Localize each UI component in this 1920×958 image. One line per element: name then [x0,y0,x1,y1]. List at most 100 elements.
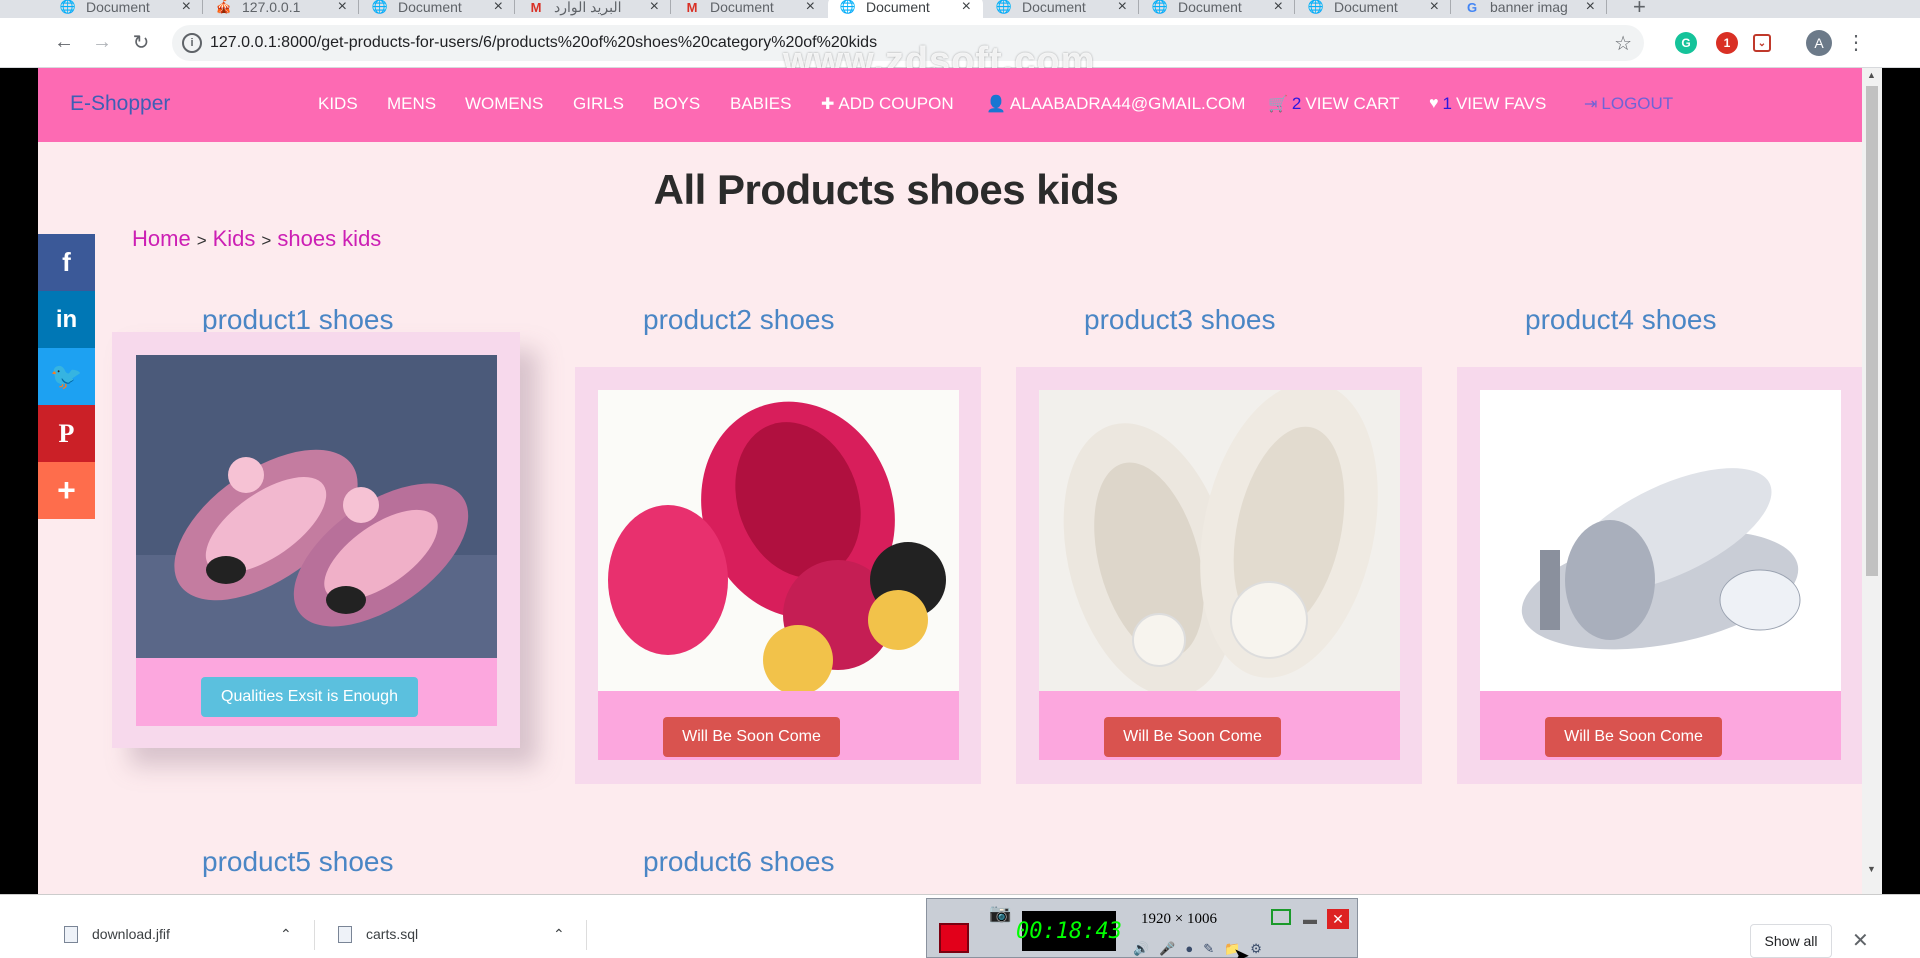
product-card[interactable]: Will Be Soon Come [1457,367,1862,784]
window-icon[interactable] [1271,909,1291,925]
nav-item-favs[interactable]: ♥ 1 VIEW FAVS [1429,94,1546,114]
recorder-tools[interactable]: 🔊🎤●✎📁⚙ [1133,941,1272,957]
stop-record-button[interactable] [939,923,969,953]
browser-tab[interactable]: M البريد الوارد × [516,0,671,18]
avatar[interactable]: A [1806,30,1832,56]
star-icon[interactable]: ☆ [1614,31,1632,56]
tab-title: Document [1022,0,1086,15]
close-icon[interactable]: × [1586,0,1595,16]
product-title[interactable]: product5 shoes [202,846,393,878]
product-card[interactable]: Will Be Soon Come [1016,367,1422,784]
back-arrow-icon[interactable]: ← [48,26,80,58]
circus-icon: 🎪 [215,0,233,14]
kebab-menu-icon[interactable]: ⋮ [1840,26,1872,58]
close-icon[interactable]: ✕ [1327,909,1349,929]
browser-tab[interactable]: 🌐 Document × [48,0,203,18]
brand-link[interactable]: E-Shopper [70,92,170,116]
nav-item-cart[interactable]: 🛒 2 VIEW CART [1268,94,1400,114]
linkedin-icon[interactable]: in [38,291,95,348]
extension-icon[interactable]: 1 [1716,32,1738,54]
close-icon[interactable]: × [1430,0,1439,16]
minimize-icon[interactable]: ▬ [1299,909,1321,929]
scroll-thumb[interactable] [1866,86,1878,576]
close-icon[interactable]: × [1118,0,1127,16]
download-menu-button[interactable]: ⌃ [553,914,577,954]
facebook-icon[interactable]: f [38,234,95,291]
product-image[interactable] [598,390,959,691]
pocket-icon[interactable]: ⌄ [1753,34,1771,52]
info-icon[interactable]: i [182,33,202,53]
download-name: carts.sql [366,926,419,942]
nav-item-logout[interactable]: ⇥ LOGOUT [1584,94,1673,114]
url-text[interactable]: 127.0.0.1:8000/get-products-for-users/6/… [210,34,877,52]
favs-count: 1 [1442,94,1452,113]
grammarly-icon[interactable]: G [1675,32,1697,54]
browser-tab[interactable]: 🌐 Document × [984,0,1139,18]
close-icon[interactable]: × [1274,0,1283,16]
product-image[interactable] [136,355,497,658]
nav-item-womens[interactable]: WOMENS [465,94,543,114]
breadcrumb-current[interactable]: shoes kids [277,226,381,251]
google-icon: G [1466,0,1478,15]
browser-tab[interactable]: 🌐 Document × [1140,0,1295,18]
close-icon[interactable]: × [338,0,347,16]
nav-item-mens[interactable]: MENS [387,94,436,114]
tab-title: البريد الوارد [554,0,622,15]
product-card[interactable]: Qualities Exsit is Enough [112,332,520,748]
product-title[interactable]: product2 shoes [643,304,834,336]
product-image[interactable] [1480,390,1841,691]
nav-item-add-coupon[interactable]: ✚ ADD COUPON [821,94,954,114]
will-be-soon-button[interactable]: Will Be Soon Come [1545,717,1722,757]
camera-icon[interactable]: 📷 [989,903,1011,924]
show-all-button[interactable]: Show all [1750,924,1832,958]
product-card-footer: Will Be Soon Come [598,691,959,760]
browser-tab[interactable]: M Document × [672,0,827,18]
shoe-image [598,390,959,691]
pinterest-icon[interactable]: P [38,405,95,462]
reload-icon[interactable]: ↻ [125,26,157,58]
product-title[interactable]: product4 shoes [1525,304,1716,336]
forward-arrow-icon[interactable]: → [86,26,118,58]
download-menu-button[interactable]: ⌃ [280,914,304,954]
qualities-button[interactable]: Qualities Exsit is Enough [201,677,418,717]
nav-item-boys[interactable]: BOYS [653,94,700,114]
tab-title: Document [398,0,462,15]
new-tab-button[interactable]: + [1633,0,1646,18]
twitter-icon[interactable]: 🐦 [38,348,95,405]
product-title[interactable]: product3 shoes [1084,304,1275,336]
breadcrumb-home[interactable]: Home [132,226,191,251]
recording-timer: 00:18:43 [1016,911,1122,951]
nav-item-kids[interactable]: KIDS [318,94,358,114]
browser-tab[interactable]: 🎪 127.0.0.1 × [204,0,359,18]
close-icon[interactable]: × [182,0,191,16]
product-card[interactable]: Will Be Soon Come [575,367,981,784]
close-icon[interactable]: × [650,0,659,16]
close-icon[interactable]: ✕ [1852,928,1869,953]
tab-strip: 🌐 Document × 🎪 127.0.0.1 × 🌐 Document × … [0,0,1920,18]
shoe-image [1039,390,1400,691]
nav-item-user[interactable]: 👤 ALAABADRA44@GMAIL.COM [986,94,1245,114]
will-be-soon-button[interactable]: Will Be Soon Come [1104,717,1281,757]
browser-tab[interactable]: 🌐 Document × [360,0,515,18]
breadcrumb-kids[interactable]: Kids [213,226,256,251]
close-icon[interactable]: × [806,0,815,16]
scroll-up-icon[interactable]: ▲ [1867,70,1876,80]
browser-tab[interactable]: G banner imag × [1452,0,1607,18]
nav-item-babies[interactable]: BABIES [730,94,791,114]
close-icon[interactable]: × [494,0,503,16]
close-icon[interactable]: × [962,0,971,16]
file-icon [64,925,78,943]
scroll-down-icon[interactable]: ▼ [1867,864,1876,874]
will-be-soon-button[interactable]: Will Be Soon Come [663,717,840,757]
product-image[interactable] [1039,390,1400,691]
tab-title: Document [1178,0,1242,15]
globe-icon: 🌐 [59,0,77,14]
download-item[interactable]: download.jfif [64,914,170,954]
vertical-scrollbar[interactable]: ▲ ▼ [1862,68,1882,894]
browser-tab[interactable]: 🌐 Document × [1296,0,1451,18]
nav-item-girls[interactable]: GIRLS [573,94,624,114]
download-item[interactable]: carts.sql [338,914,418,954]
more-icon[interactable]: + [38,462,95,519]
browser-tab-active[interactable]: 🌐 Document × [828,0,983,18]
product-title[interactable]: product6 shoes [643,846,834,878]
